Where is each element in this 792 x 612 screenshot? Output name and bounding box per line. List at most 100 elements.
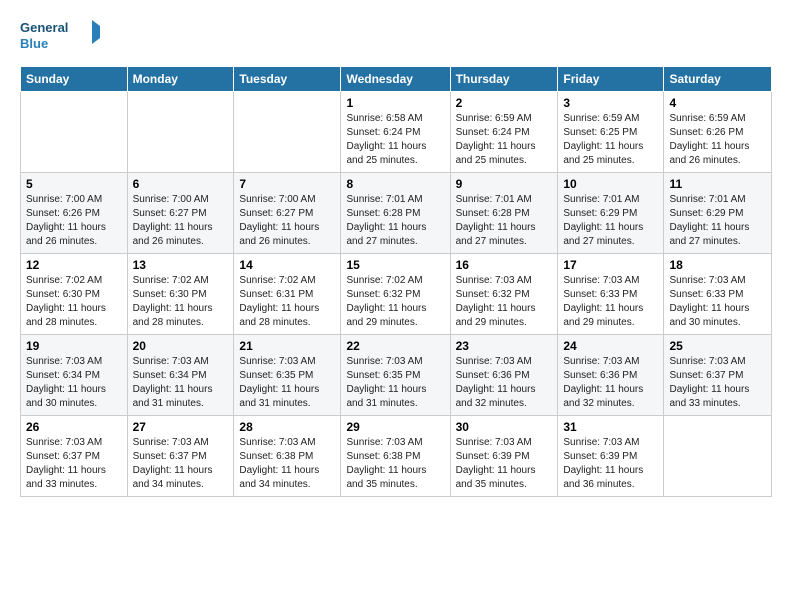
day-number: 28: [239, 420, 335, 434]
day-info: Sunrise: 7:03 AMSunset: 6:36 PMDaylight:…: [456, 355, 553, 411]
day-info: Sunrise: 7:00 AMSunset: 6:27 PMDaylight:…: [133, 193, 229, 249]
day-info: Sunrise: 7:02 AMSunset: 6:30 PMDaylight:…: [133, 274, 229, 330]
weekday-header-tuesday: Tuesday: [234, 67, 341, 92]
logo: General Blue: [20, 16, 100, 56]
calendar-cell: 17 Sunrise: 7:03 AMSunset: 6:33 PMDayligh…: [558, 254, 664, 335]
day-info: Sunrise: 7:00 AMSunset: 6:26 PMDaylight:…: [26, 193, 122, 249]
day-info: Sunrise: 7:03 AMSunset: 6:35 PMDaylight:…: [346, 355, 444, 411]
weekday-header-saturday: Saturday: [664, 67, 772, 92]
calendar-cell: 15 Sunrise: 7:02 AMSunset: 6:32 PMDayligh…: [341, 254, 450, 335]
day-number: 3: [563, 96, 658, 110]
day-info: Sunrise: 6:58 AMSunset: 6:24 PMDaylight:…: [346, 112, 444, 168]
day-number: 26: [26, 420, 122, 434]
calendar-cell: 14Sunrise: 7:02 AMSunset: 6:31 PMDayligh…: [234, 254, 341, 335]
calendar-cell: 20 Sunrise: 7:03 AMSunset: 6:34 PMDayligh…: [127, 335, 234, 416]
weekday-header-wednesday: Wednesday: [341, 67, 450, 92]
day-number: 20: [133, 339, 229, 353]
day-info: Sunrise: 7:03 AMSunset: 6:34 PMDaylight:…: [133, 355, 229, 411]
calendar-cell: 31 Sunrise: 7:03 AMSunset: 6:39 PMDayligh…: [558, 416, 664, 497]
svg-text:General: General: [20, 20, 68, 35]
day-number: 21: [239, 339, 335, 353]
day-number: 17: [563, 258, 658, 272]
day-info: Sunrise: 6:59 AMSunset: 6:25 PMDaylight:…: [563, 112, 658, 168]
day-number: 16: [456, 258, 553, 272]
calendar-cell: 13 Sunrise: 7:02 AMSunset: 6:30 PMDayligh…: [127, 254, 234, 335]
day-info: Sunrise: 7:02 AMSunset: 6:32 PMDaylight:…: [346, 274, 444, 330]
weekday-header-monday: Monday: [127, 67, 234, 92]
day-number: 4: [669, 96, 766, 110]
weekday-header-row: SundayMondayTuesdayWednesdayThursdayFrid…: [21, 67, 772, 92]
calendar-cell: 29 Sunrise: 7:03 AMSunset: 6:38 PMDayligh…: [341, 416, 450, 497]
day-info: Sunrise: 7:03 AMSunset: 6:35 PMDaylight:…: [239, 355, 335, 411]
day-info: Sunrise: 7:03 AMSunset: 6:39 PMDaylight:…: [563, 436, 658, 492]
calendar-cell: 28 Sunrise: 7:03 AMSunset: 6:38 PMDayligh…: [234, 416, 341, 497]
day-number: 27: [133, 420, 229, 434]
day-number: 9: [456, 177, 553, 191]
day-info: Sunrise: 7:01 AMSunset: 6:29 PMDaylight:…: [563, 193, 658, 249]
main-container: General Blue SundayMondayTuesdayWednesda…: [0, 0, 792, 507]
calendar-cell: 19 Sunrise: 7:03 AMSunset: 6:34 PMDayligh…: [21, 335, 128, 416]
calendar-cell: 18 Sunrise: 7:03 AMSunset: 6:33 PMDayligh…: [664, 254, 772, 335]
day-number: 15: [346, 258, 444, 272]
day-info: Sunrise: 7:03 AMSunset: 6:37 PMDaylight:…: [669, 355, 766, 411]
calendar-cell: 24 Sunrise: 7:03 AMSunset: 6:36 PMDayligh…: [558, 335, 664, 416]
calendar-cell: 5 Sunrise: 7:00 AMSunset: 6:26 PMDaylight…: [21, 173, 128, 254]
week-row-3: 12 Sunrise: 7:02 AMSunset: 6:30 PMDayligh…: [21, 254, 772, 335]
day-info: Sunrise: 7:03 AMSunset: 6:37 PMDaylight:…: [26, 436, 122, 492]
day-number: 2: [456, 96, 553, 110]
day-number: 5: [26, 177, 122, 191]
calendar-cell: [234, 92, 341, 173]
week-row-2: 5 Sunrise: 7:00 AMSunset: 6:26 PMDaylight…: [21, 173, 772, 254]
calendar-cell: 23 Sunrise: 7:03 AMSunset: 6:36 PMDayligh…: [450, 335, 558, 416]
day-number: 29: [346, 420, 444, 434]
day-info: Sunrise: 7:03 AMSunset: 6:36 PMDaylight:…: [563, 355, 658, 411]
day-number: 31: [563, 420, 658, 434]
day-info: Sunrise: 7:00 AMSunset: 6:27 PMDaylight:…: [239, 193, 335, 249]
calendar-cell: 26 Sunrise: 7:03 AMSunset: 6:37 PMDayligh…: [21, 416, 128, 497]
day-info: Sunrise: 7:03 AMSunset: 6:33 PMDaylight:…: [669, 274, 766, 330]
day-info: Sunrise: 7:03 AMSunset: 6:38 PMDaylight:…: [239, 436, 335, 492]
calendar-cell: 2 Sunrise: 6:59 AMSunset: 6:24 PMDaylight…: [450, 92, 558, 173]
svg-text:Blue: Blue: [20, 36, 48, 51]
calendar-cell: 9 Sunrise: 7:01 AMSunset: 6:28 PMDaylight…: [450, 173, 558, 254]
day-number: 10: [563, 177, 658, 191]
day-number: 11: [669, 177, 766, 191]
day-info: Sunrise: 7:03 AMSunset: 6:33 PMDaylight:…: [563, 274, 658, 330]
weekday-header-friday: Friday: [558, 67, 664, 92]
calendar-cell: 12 Sunrise: 7:02 AMSunset: 6:30 PMDayligh…: [21, 254, 128, 335]
day-number: 18: [669, 258, 766, 272]
logo-svg: General Blue: [20, 16, 100, 56]
week-row-5: 26 Sunrise: 7:03 AMSunset: 6:37 PMDayligh…: [21, 416, 772, 497]
calendar-table: SundayMondayTuesdayWednesdayThursdayFrid…: [20, 66, 772, 497]
calendar-cell: [127, 92, 234, 173]
day-number: 24: [563, 339, 658, 353]
day-info: Sunrise: 6:59 AMSunset: 6:24 PMDaylight:…: [456, 112, 553, 168]
calendar-cell: [21, 92, 128, 173]
day-number: 1: [346, 96, 444, 110]
calendar-cell: 21 Sunrise: 7:03 AMSunset: 6:35 PMDayligh…: [234, 335, 341, 416]
day-info: Sunrise: 7:01 AMSunset: 6:28 PMDaylight:…: [456, 193, 553, 249]
week-row-4: 19 Sunrise: 7:03 AMSunset: 6:34 PMDayligh…: [21, 335, 772, 416]
day-number: 6: [133, 177, 229, 191]
calendar-cell: 27 Sunrise: 7:03 AMSunset: 6:37 PMDayligh…: [127, 416, 234, 497]
calendar-cell: 16Sunrise: 7:03 AMSunset: 6:32 PMDayligh…: [450, 254, 558, 335]
weekday-header-thursday: Thursday: [450, 67, 558, 92]
day-info: Sunrise: 7:02 AMSunset: 6:30 PMDaylight:…: [26, 274, 122, 330]
day-number: 25: [669, 339, 766, 353]
day-number: 13: [133, 258, 229, 272]
day-info: Sunrise: 7:03 AMSunset: 6:38 PMDaylight:…: [346, 436, 444, 492]
day-info: Sunrise: 7:03 AMSunset: 6:34 PMDaylight:…: [26, 355, 122, 411]
calendar-cell: 25 Sunrise: 7:03 AMSunset: 6:37 PMDayligh…: [664, 335, 772, 416]
header: General Blue: [20, 16, 772, 56]
calendar-cell: 6 Sunrise: 7:00 AMSunset: 6:27 PMDaylight…: [127, 173, 234, 254]
day-number: 23: [456, 339, 553, 353]
day-info: Sunrise: 7:03 AMSunset: 6:37 PMDaylight:…: [133, 436, 229, 492]
weekday-header-sunday: Sunday: [21, 67, 128, 92]
day-number: 12: [26, 258, 122, 272]
day-number: 14: [239, 258, 335, 272]
week-row-1: 1 Sunrise: 6:58 AMSunset: 6:24 PMDaylight…: [21, 92, 772, 173]
day-number: 19: [26, 339, 122, 353]
calendar-cell: 10 Sunrise: 7:01 AMSunset: 6:29 PMDayligh…: [558, 173, 664, 254]
day-info: Sunrise: 7:01 AMSunset: 6:29 PMDaylight:…: [669, 193, 766, 249]
calendar-cell: 7Sunrise: 7:00 AMSunset: 6:27 PMDaylight…: [234, 173, 341, 254]
